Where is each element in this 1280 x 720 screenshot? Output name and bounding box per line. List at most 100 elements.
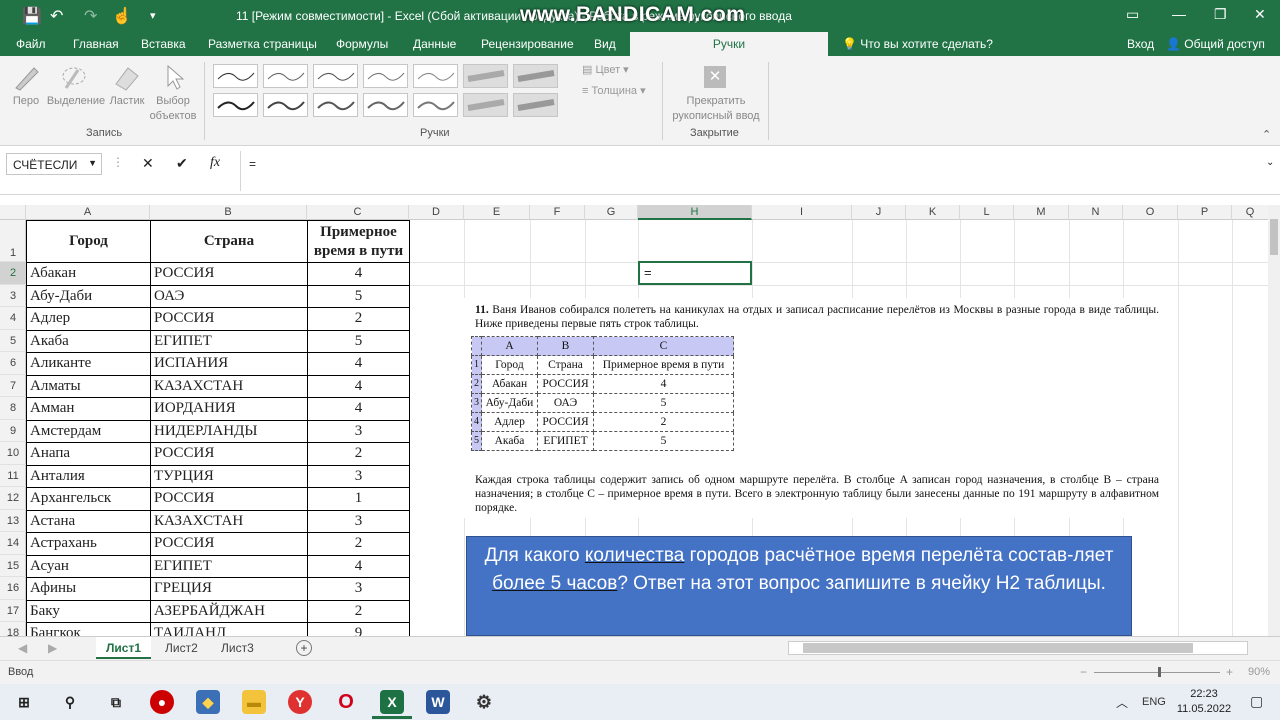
country-cell[interactable]: ОАЭ (150, 284, 308, 308)
zoom-slider[interactable] (1094, 672, 1220, 673)
word-icon[interactable]: W (426, 690, 450, 714)
enter-icon[interactable]: ✔ (176, 155, 188, 172)
city-cell[interactable]: Абу-Даби (26, 284, 151, 308)
tab-page-layout[interactable]: Разметка страницы (208, 37, 317, 51)
column-header[interactable]: J (852, 205, 906, 220)
sheet-tab[interactable]: Лист2 (165, 641, 198, 655)
lasso-select-label[interactable]: Выделение (45, 94, 107, 109)
scroll-thumb[interactable] (1270, 219, 1278, 255)
save-icon[interactable]: 💾 (22, 6, 42, 26)
country-cell[interactable]: ИОРДАНИЯ (150, 397, 308, 421)
pen-swatch[interactable] (263, 93, 308, 117)
clock[interactable]: 22:23 11.05.2022 (1172, 687, 1236, 717)
time-cell[interactable]: 2 (307, 307, 410, 331)
country-cell[interactable]: ТУРЦИЯ (150, 464, 308, 488)
time-cell[interactable]: 3 (307, 577, 410, 601)
column-header[interactable]: C (307, 205, 409, 220)
search-icon[interactable]: ⚲ (58, 690, 82, 714)
row-header[interactable]: 15 (0, 555, 26, 577)
column-header[interactable]: M (1014, 205, 1069, 220)
row-header[interactable]: 5 (0, 330, 26, 352)
ribbon-display-icon[interactable]: ▭ (1126, 6, 1139, 23)
country-cell[interactable]: РОССИЯ (150, 262, 308, 286)
formula-input[interactable]: = (240, 151, 1264, 191)
question-callout[interactable]: Для какого количества городов расчётное … (466, 536, 1132, 636)
pen-swatch[interactable] (313, 93, 358, 117)
city-cell[interactable]: Архангельск (26, 487, 151, 511)
column-header[interactable]: G (585, 205, 638, 220)
time-cell[interactable]: 1 (307, 487, 410, 511)
notifications-icon[interactable]: ▢ (1250, 693, 1263, 710)
select-objects-label[interactable]: Выбор объектов (148, 94, 198, 124)
stop-ink-button[interactable]: Прекратить рукописный ввод (668, 94, 764, 124)
pen-swatch[interactable] (313, 64, 358, 88)
pen-swatch[interactable] (363, 64, 408, 88)
time-cell[interactable]: 4 (307, 554, 410, 578)
time-cell[interactable]: 2 (307, 532, 410, 556)
pen-swatch[interactable] (213, 64, 258, 88)
header-cell-time[interactable]: Примерное время в пути (307, 220, 410, 263)
row-header[interactable]: 6 (0, 352, 26, 375)
column-header[interactable]: N (1069, 205, 1123, 220)
city-cell[interactable]: Алматы (26, 374, 151, 398)
windows-start-icon[interactable]: ⊞ (12, 690, 36, 714)
country-cell[interactable]: РОССИЯ (150, 307, 308, 331)
tab-file[interactable]: Файл (16, 37, 46, 51)
time-cell[interactable]: 9 (307, 622, 410, 636)
tab-formulas[interactable]: Формулы (336, 37, 388, 51)
expand-formula-icon[interactable]: ⌄ (1266, 157, 1274, 168)
cancel-icon[interactable]: ✕ (142, 155, 154, 172)
next-sheet-icon[interactable]: ▶ (48, 641, 57, 655)
pen-swatch[interactable] (363, 93, 408, 117)
lasso-select-icon[interactable] (60, 62, 88, 92)
add-sheet-icon[interactable]: + (296, 640, 312, 656)
city-cell[interactable]: Акаба (26, 329, 151, 353)
row-header[interactable]: 16 (0, 577, 26, 600)
column-header[interactable]: D (409, 205, 464, 220)
horizontal-scrollbar[interactable] (788, 641, 1248, 655)
zoom-level[interactable]: 90% (1248, 666, 1270, 678)
column-header[interactable]: L (960, 205, 1014, 220)
tab-home[interactable]: Главная (73, 37, 119, 51)
row-header[interactable]: 12 (0, 487, 26, 510)
sheet-tab[interactable]: Лист3 (221, 641, 254, 655)
prev-sheet-icon[interactable]: ◀ (18, 641, 27, 655)
column-header[interactable]: B (150, 205, 307, 220)
highlighter-swatch[interactable] (463, 93, 508, 117)
color-dropdown[interactable]: ▤ Цвет ▾ (582, 63, 629, 78)
task-view-icon[interactable]: ⧉ (104, 690, 128, 714)
select-objects-icon[interactable] (162, 62, 190, 92)
row-header[interactable]: 8 (0, 397, 26, 420)
opera-icon[interactable]: O (334, 690, 358, 714)
row-header-active[interactable]: 2 (0, 262, 26, 285)
row-header[interactable]: 3 (0, 285, 26, 307)
tab-insert[interactable]: Вставка (141, 37, 186, 51)
country-cell[interactable]: ТАИЛАНД (150, 622, 308, 636)
country-cell[interactable]: НИДЕРЛАНДЫ (150, 419, 308, 443)
pen-tool-icon[interactable] (12, 62, 40, 92)
select-all-corner[interactable] (0, 205, 26, 220)
column-header[interactable]: Q (1232, 205, 1268, 220)
city-cell[interactable]: Анталия (26, 464, 151, 488)
pen-swatch[interactable] (413, 64, 458, 88)
row-header[interactable]: 1 (0, 220, 26, 262)
column-header[interactable]: E (464, 205, 530, 220)
time-cell[interactable]: 5 (307, 329, 410, 353)
eraser-label[interactable]: Ластик (106, 94, 148, 109)
row-header[interactable]: 4 (0, 307, 26, 330)
time-cell[interactable]: 2 (307, 442, 410, 466)
redo-icon[interactable]: ↷ (84, 6, 97, 26)
column-header[interactable]: O (1123, 205, 1178, 220)
row-header[interactable]: 10 (0, 442, 26, 465)
time-cell[interactable]: 3 (307, 509, 410, 533)
country-cell[interactable]: АЗЕРБАЙДЖАН (150, 599, 308, 623)
city-cell[interactable]: Анапа (26, 442, 151, 466)
city-cell[interactable]: Абакан (26, 262, 151, 286)
sign-in-link[interactable]: Вход (1127, 37, 1154, 51)
close-icon[interactable]: ✕ (1254, 6, 1266, 23)
column-header[interactable]: A (26, 205, 150, 220)
time-cell[interactable]: 5 (307, 284, 410, 308)
pen-tool-label[interactable]: Перо (8, 94, 44, 109)
city-cell[interactable]: Адлер (26, 307, 151, 331)
tab-view[interactable]: Вид (594, 37, 616, 51)
